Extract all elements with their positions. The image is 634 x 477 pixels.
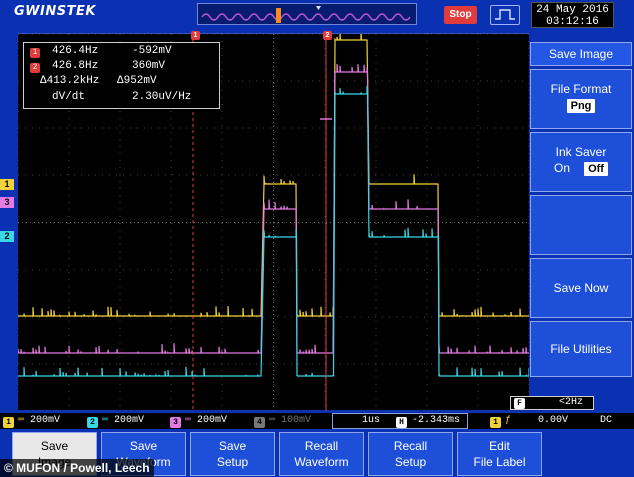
photo-credit: © MUFON / Powell, Leech <box>0 459 154 477</box>
save-waveform-line1: Save <box>129 439 158 453</box>
ch2-scale[interactable]: 200mV <box>114 415 144 426</box>
ch1-coupling-icon: ═ <box>18 415 25 426</box>
trigger-level[interactable]: 0.00V <box>538 415 568 426</box>
edit-file-label-button[interactable]: Edit File Label <box>457 432 542 476</box>
ch4-badge: 4 <box>254 417 265 428</box>
cursor-2-badge: 2 <box>30 63 40 73</box>
ch2-coupling-icon: ═ <box>102 415 109 426</box>
file-utilities-button[interactable]: File Utilities <box>530 321 632 377</box>
memory-timeline[interactable] <box>197 3 417 25</box>
recall-setup-line2: Setup <box>394 455 427 469</box>
oscilloscope-screen: GWINSTEK Stop 24 May 2016 03:12:16 1 2 1… <box>0 0 634 477</box>
save-image-menu: Save Image File Format Png Ink Saver On O… <box>530 42 632 377</box>
ch1-offset-marker[interactable]: 1 <box>0 179 14 190</box>
ch4-coupling-icon: ═ <box>269 415 276 426</box>
trigger-source-badge: 1 <box>490 417 501 428</box>
run-stop-indicator[interactable]: Stop <box>444 6 477 24</box>
ch3-scale[interactable]: 200mV <box>197 415 227 426</box>
ink-saver-label: Ink Saver <box>555 145 607 159</box>
time-text: 03:12:16 <box>546 16 599 28</box>
filter-value: <2Hz <box>559 397 584 408</box>
horizontal-scale-box <box>332 413 468 429</box>
cursor-2-voltage: 360mV <box>132 60 166 72</box>
recall-waveform-button[interactable]: Recall Waveform <box>279 432 364 476</box>
datetime-display: 24 May 2016 03:12:16 <box>531 2 614 28</box>
save-setup-button[interactable]: Save Setup <box>190 432 275 476</box>
ch3-badge: 3 <box>170 417 181 428</box>
cursor-2-frequency: 426.8Hz <box>52 60 99 72</box>
trigger-slope-icon: ƒ <box>505 415 512 426</box>
save-setup-line2: Setup <box>216 455 249 469</box>
edit-file-label-line2: File Label <box>473 455 526 469</box>
dvdt-value: 2.30uV/Hz <box>132 91 192 103</box>
ch3-offset-marker[interactable]: 3 <box>0 197 14 208</box>
recall-waveform-line2: Waveform <box>294 455 349 469</box>
recall-waveform-line1: Recall <box>304 439 339 453</box>
edit-file-label-line1: Edit <box>489 439 510 453</box>
file-format-value: Png <box>566 99 596 113</box>
cursor-1-badge: 1 <box>30 48 40 58</box>
empty-softkey <box>530 195 632 255</box>
ch1-scale[interactable]: 200mV <box>30 415 60 426</box>
save-now-button[interactable]: Save Now <box>530 258 632 318</box>
save-image-line1: Save <box>40 439 69 453</box>
recall-setup-button[interactable]: Recall Setup <box>368 432 453 476</box>
ch2-badge: 2 <box>87 417 98 428</box>
delta-frequency: Δ413.2kHz <box>40 75 100 87</box>
trigger-filter-readout: F <2Hz <box>510 396 594 410</box>
cursor-2-top-marker[interactable]: 2 <box>323 31 332 40</box>
timeline-waveform-icon <box>201 6 411 23</box>
ink-saver-off: Off <box>584 162 608 176</box>
ink-saver-on: On <box>554 161 571 175</box>
cursor-measurement-box: 1 426.4Hz -592mV 2 426.8Hz 360mV Δ413.2k… <box>23 42 220 109</box>
ch2-offset-marker[interactable]: 2 <box>0 231 14 242</box>
trigger-coupling[interactable]: DC <box>600 415 612 426</box>
cursor-1-top-marker[interactable]: 1 <box>191 31 200 40</box>
file-format-button[interactable]: File Format Png <box>530 69 632 129</box>
status-bar: 1 ═ 200mV 2 ═ 200mV 3 ═ 200mV 4 ═ 100mV … <box>0 413 634 429</box>
cursor-1-frequency: 426.4Hz <box>52 45 99 57</box>
ink-saver-button[interactable]: Ink Saver On Off <box>530 132 632 192</box>
ch4-scale[interactable]: 100mV <box>281 415 311 426</box>
ch3-coupling-icon: ═ <box>185 415 192 426</box>
file-format-label: File Format <box>550 82 612 96</box>
brand-logo: GWINSTEK <box>14 4 96 19</box>
ch1-badge: 1 <box>3 417 14 428</box>
dvdt-label: dV/dt <box>52 91 86 103</box>
date-text: 24 May 2016 <box>536 4 609 16</box>
cursor-1-voltage: -592mV <box>132 45 172 57</box>
filter-badge: F <box>514 398 525 409</box>
delta-voltage: Δ952mV <box>117 75 157 87</box>
trigger-status-icon <box>490 5 520 25</box>
recall-setup-line1: Recall <box>393 439 428 453</box>
save-setup-line1: Save <box>218 439 247 453</box>
save-image-title: Save Image <box>530 42 632 66</box>
